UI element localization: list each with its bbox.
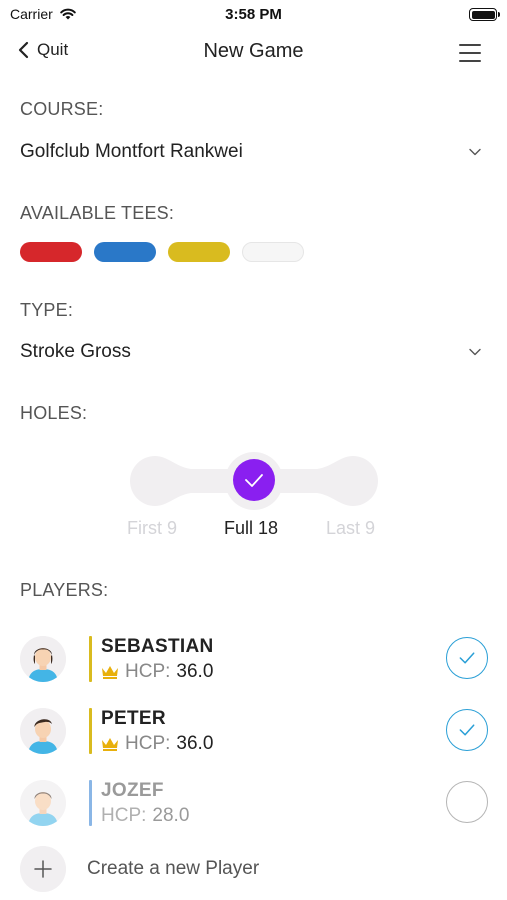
create-player-button[interactable]: Create a new Player (20, 846, 320, 892)
selected-knob (233, 459, 275, 501)
check-icon (459, 652, 475, 664)
crown-icon (102, 666, 118, 679)
player-hcp: HCP: 28.0 (101, 805, 189, 827)
player-row[interactable]: SEBASTIAN HCP: 36.0 (20, 636, 490, 692)
player-hcp: HCP: 36.0 (101, 661, 213, 683)
page-title: New Game (203, 40, 304, 62)
course-select[interactable]: Golfclub Montfort Rankwei (20, 134, 487, 170)
player-tee-bar (89, 636, 92, 682)
holes-option-first-9[interactable]: First 9 (127, 518, 177, 539)
hcp-value: 28.0 (152, 805, 190, 826)
status-time: 3:58 PM (225, 6, 282, 23)
holes-option-full-18[interactable]: Full 18 (224, 518, 278, 539)
tee-white[interactable] (242, 242, 304, 262)
player-select-checkbox[interactable] (446, 637, 488, 679)
player-row[interactable]: PETER HCP: 36.0 (20, 708, 490, 764)
tee-yellow[interactable] (168, 242, 230, 262)
player-name: SEBASTIAN (101, 636, 214, 657)
player-tee-bar (89, 780, 92, 826)
hcp-value: 36.0 (176, 733, 214, 754)
type-label: TYPE: (20, 300, 74, 320)
menu-icon[interactable] (459, 44, 481, 62)
tee-red[interactable] (20, 242, 82, 262)
hcp-label: HCP: (125, 661, 171, 682)
hcp-value: 36.0 (176, 661, 214, 682)
check-icon (459, 724, 475, 736)
tees-label: AVAILABLE TEES: (20, 203, 175, 223)
player-select-checkbox[interactable] (446, 709, 488, 751)
player-name: PETER (101, 708, 166, 729)
avatar (20, 780, 66, 826)
quit-label: Quit (37, 40, 69, 59)
create-player-label: Create a new Player (87, 858, 260, 879)
status-bar: Carrier 3:58 PM (0, 0, 507, 30)
avatar (20, 708, 66, 754)
battery-icon (469, 8, 500, 21)
tee-blue[interactable] (94, 242, 156, 262)
course-label: COURSE: (20, 99, 104, 119)
plus-icon (20, 846, 66, 892)
avatar (20, 636, 66, 682)
type-value: Stroke Gross (20, 341, 131, 362)
quit-button[interactable]: Quit (18, 40, 68, 60)
tees-list (20, 242, 304, 262)
course-value: Golfclub Montfort Rankwei (20, 141, 243, 162)
holes-options: First 9 Full 18 Last 9 (100, 518, 410, 542)
nav-bar: Quit New Game (0, 32, 507, 76)
player-hcp: HCP: 36.0 (101, 733, 213, 755)
holes-option-last-9[interactable]: Last 9 (326, 518, 375, 539)
players-label: PLAYERS: (20, 580, 109, 600)
player-name: JOZEF (101, 780, 164, 801)
chevron-down-icon (469, 348, 481, 356)
hcp-label: HCP: (125, 733, 171, 754)
crown-icon (102, 738, 118, 751)
hcp-label: HCP: (101, 805, 147, 826)
player-row[interactable]: JOZEF HCP: 28.0 (20, 780, 490, 836)
holes-slider[interactable] (126, 452, 382, 510)
chevron-left-icon (18, 41, 29, 59)
type-select[interactable]: Stroke Gross (20, 334, 487, 370)
player-select-checkbox[interactable] (446, 781, 488, 823)
player-tee-bar (89, 708, 92, 754)
holes-label: HOLES: (20, 403, 88, 423)
chevron-down-icon (469, 148, 481, 156)
